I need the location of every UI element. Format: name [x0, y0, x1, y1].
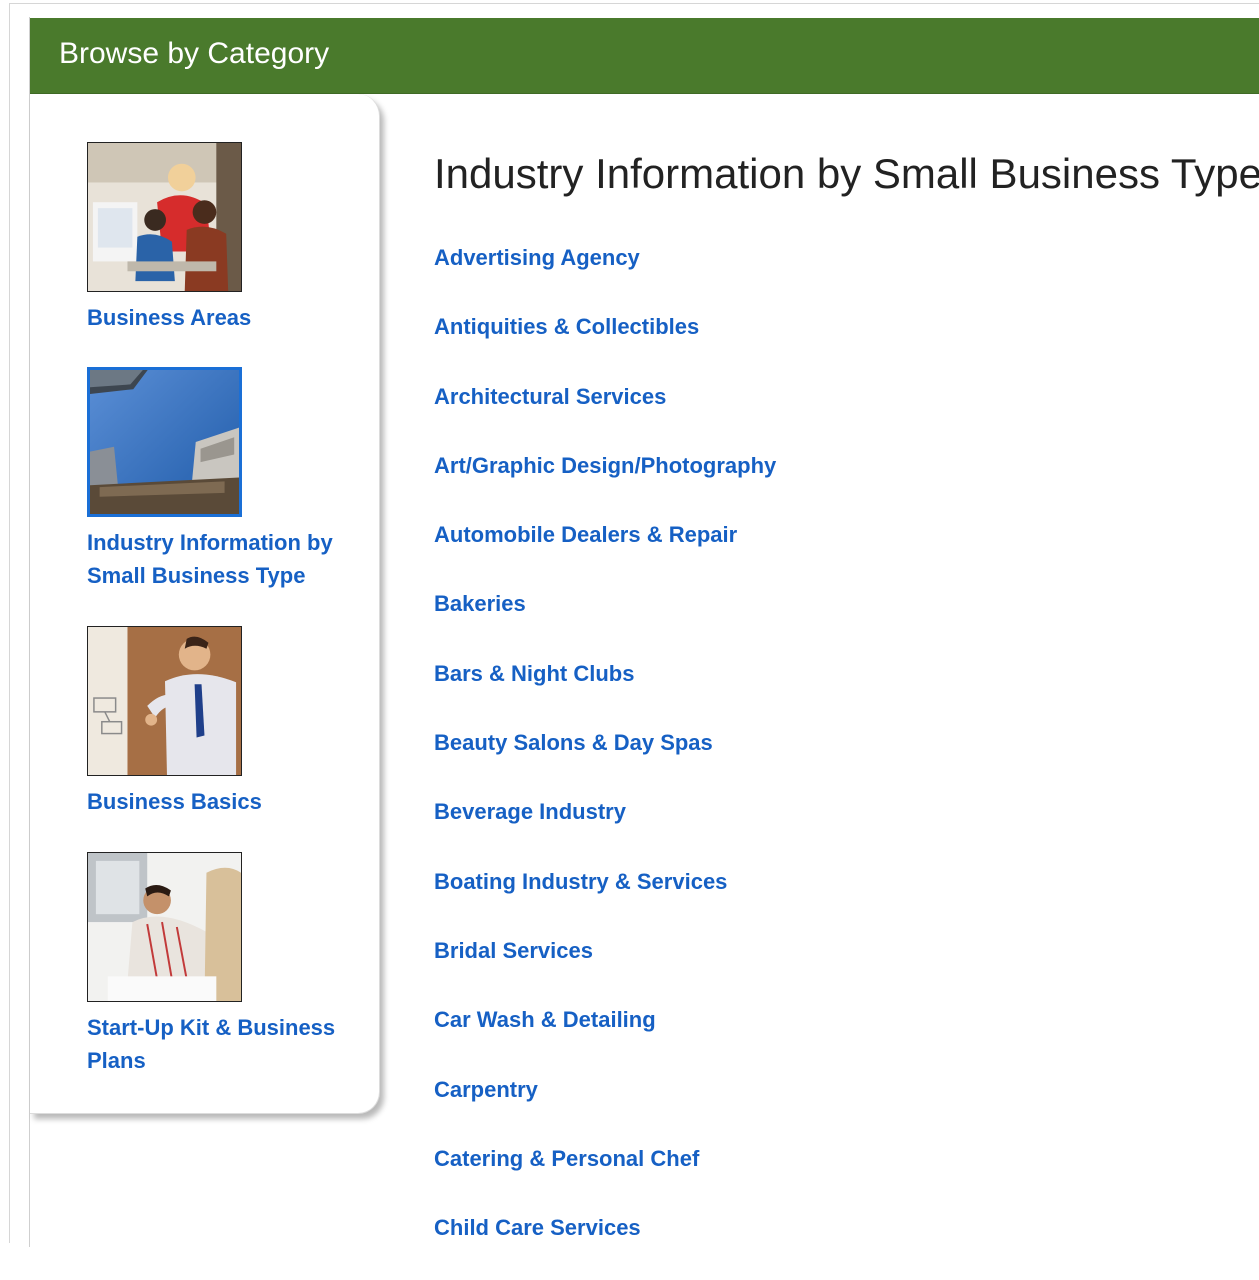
industry-link-bakeries[interactable]: Bakeries	[434, 591, 526, 616]
industry-link-beauty-salons-day-spas[interactable]: Beauty Salons & Day Spas	[434, 730, 713, 755]
sidebar-item-business-areas[interactable]: Business Areas	[87, 142, 347, 334]
sidebar-item-startup-kit[interactable]: Start-Up Kit & Business Plans	[87, 852, 347, 1077]
sidebar-item-label[interactable]: Industry Information by Small Business T…	[87, 526, 347, 592]
industry-link-catering-personal-chef[interactable]: Catering & Personal Chef	[434, 1146, 699, 1171]
sidebar-item-label[interactable]: Start-Up Kit & Business Plans	[87, 1011, 347, 1077]
page-title: Industry Information by Small Business T…	[434, 150, 1259, 197]
list-item: Antiquities & Collectibles	[434, 310, 776, 379]
list-item: Bridal Services	[434, 934, 776, 1003]
industry-information-thumbnail[interactable]	[87, 367, 242, 517]
industry-link-carpentry[interactable]: Carpentry	[434, 1077, 538, 1102]
industry-link-automobile-dealers-repair[interactable]: Automobile Dealers & Repair	[434, 522, 737, 547]
industry-link-beverage-industry[interactable]: Beverage Industry	[434, 799, 626, 824]
industry-link-boating-industry-services[interactable]: Boating Industry & Services	[434, 869, 727, 894]
list-item: Boating Industry & Services	[434, 865, 776, 934]
sidebar-item-label[interactable]: Business Areas	[87, 301, 347, 334]
sidebar-item-label[interactable]: Business Basics	[87, 785, 347, 818]
header-title: Browse by Category	[59, 37, 330, 70]
list-item: Beauty Salons & Day Spas	[434, 726, 776, 795]
business-areas-thumbnail[interactable]	[87, 142, 242, 292]
industry-link-art-graphic-design-photography[interactable]: Art/Graphic Design/Photography	[434, 453, 776, 478]
industry-link-architectural-services[interactable]: Architectural Services	[434, 384, 666, 409]
industry-link-list: Advertising Agency Antiquities & Collect…	[434, 241, 776, 1280]
list-item: Advertising Agency	[434, 241, 776, 310]
category-header: Browse by Category	[30, 18, 1259, 94]
list-item: Bars & Night Clubs	[434, 657, 776, 726]
sidebar-item-business-basics[interactable]: Business Basics	[87, 626, 347, 818]
list-item: Carpentry	[434, 1073, 776, 1142]
sidebar: Business Areas Industry Information by S…	[30, 94, 380, 1114]
list-item: Art/Graphic Design/Photography	[434, 449, 776, 518]
list-item: Automobile Dealers & Repair	[434, 518, 776, 587]
industry-link-child-care-services[interactable]: Child Care Services	[434, 1215, 641, 1240]
list-item: Catering & Personal Chef	[434, 1142, 776, 1211]
business-basics-thumbnail[interactable]	[87, 626, 242, 776]
industry-link-advertising-agency[interactable]: Advertising Agency	[434, 245, 640, 270]
list-item: Child Care Services	[434, 1211, 776, 1280]
sidebar-item-industry-information[interactable]: Industry Information by Small Business T…	[87, 367, 347, 592]
industry-link-car-wash-detailing[interactable]: Car Wash & Detailing	[434, 1007, 656, 1032]
list-item: Architectural Services	[434, 380, 776, 449]
list-item: Car Wash & Detailing	[434, 1003, 776, 1072]
industry-link-bridal-services[interactable]: Bridal Services	[434, 938, 593, 963]
list-item: Bakeries	[434, 587, 776, 656]
industry-link-bars-night-clubs[interactable]: Bars & Night Clubs	[434, 661, 634, 686]
industry-link-antiquities-collectibles[interactable]: Antiquities & Collectibles	[434, 314, 699, 339]
list-item: Beverage Industry	[434, 795, 776, 864]
startup-kit-thumbnail[interactable]	[87, 852, 242, 1002]
